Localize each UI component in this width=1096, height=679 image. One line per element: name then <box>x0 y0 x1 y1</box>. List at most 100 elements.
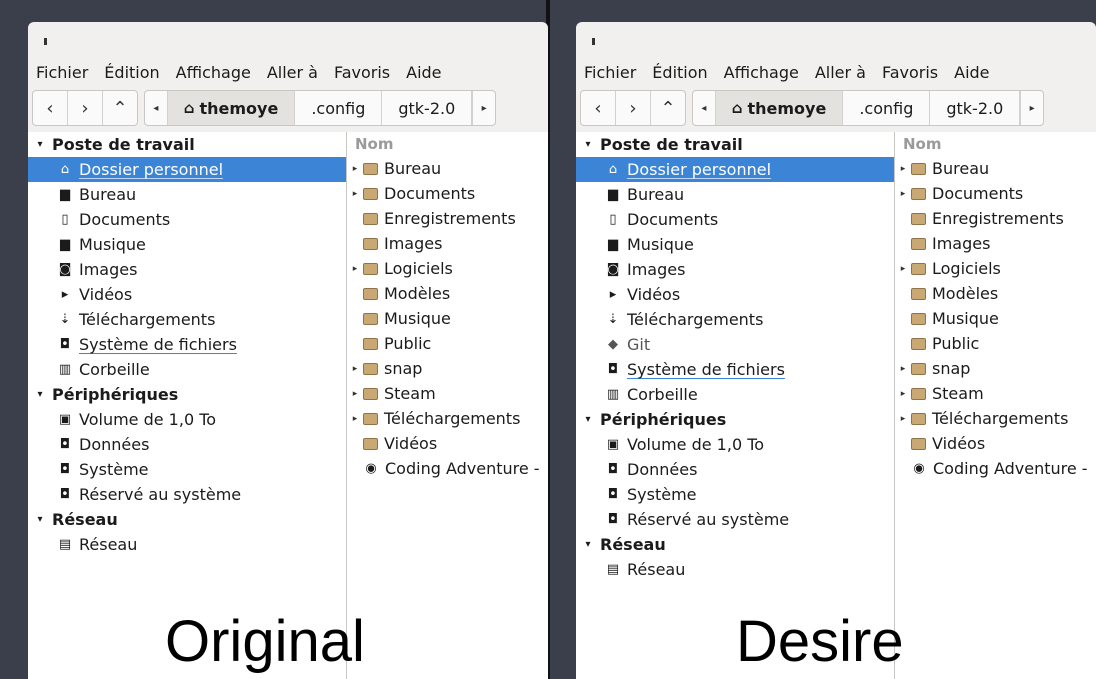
sidebar-item-dossier-personnel[interactable]: ⌂ Dossier personnel <box>576 157 894 182</box>
menu-affichage[interactable]: Affichage <box>724 63 799 82</box>
menu-fichier[interactable]: Fichier <box>36 63 88 82</box>
file-row[interactable]: ▸ Documents <box>347 181 548 206</box>
menu-favoris[interactable]: Favoris <box>334 63 390 82</box>
crumb-home[interactable]: ⌂ themoye <box>167 91 296 125</box>
sidebar-item-images[interactable]: ◙ Images <box>576 257 894 282</box>
section-peripheriques[interactable]: ▾ Périphériques <box>576 407 894 432</box>
sidebar-item-volume-de-1-0-to[interactable]: ▣ Volume de 1,0 To <box>28 407 346 432</box>
menu-fichier[interactable]: Fichier <box>584 63 636 82</box>
file-row[interactable]: ▸ Steam <box>895 381 1096 406</box>
file-row[interactable]: ◉ Coding Adventure - <box>895 456 1096 481</box>
expander-icon[interactable]: ▸ <box>347 389 363 399</box>
sidebar-item-systeme[interactable]: ◘ Système <box>576 482 894 507</box>
sidebar-item-musique[interactable]: ▆ Musique <box>576 232 894 257</box>
menu-aide[interactable]: Aide <box>954 63 989 82</box>
expander-icon[interactable]: ▸ <box>895 189 911 199</box>
file-row[interactable]: ◉ Coding Adventure - <box>347 456 548 481</box>
section-poste-de-travail[interactable]: ▾ Poste de travail <box>28 132 346 157</box>
sidebar-item-videos[interactable]: ▸ Vidéos <box>576 282 894 307</box>
expander-icon[interactable]: ▸ <box>347 164 363 174</box>
file-row[interactable]: Enregistrements <box>347 206 548 231</box>
sidebar-item-dossier-personnel[interactable]: ⌂ Dossier personnel <box>28 157 346 182</box>
sidebar-item-systeme[interactable]: ◘ Système <box>28 457 346 482</box>
up-button[interactable]: ⌃ <box>103 91 137 125</box>
file-row[interactable]: Public <box>895 331 1096 356</box>
path-scroll-left-button[interactable]: ◂ <box>145 91 168 125</box>
expander-icon[interactable]: ▸ <box>347 364 363 374</box>
file-row[interactable]: ▸ Bureau <box>895 156 1096 181</box>
crumb-config[interactable]: .config <box>295 91 383 125</box>
sidebar-item-bureau[interactable]: ▆ Bureau <box>576 182 894 207</box>
menu-aide[interactable]: Aide <box>406 63 441 82</box>
crumb-gtk[interactable]: gtk-2.0 <box>382 91 473 125</box>
menu-favoris[interactable]: Favoris <box>882 63 938 82</box>
forward-button[interactable]: › <box>68 91 103 125</box>
sidebar-item-musique[interactable]: ▆ Musique <box>28 232 346 257</box>
path-scroll-right-button[interactable]: ▸ <box>1020 91 1043 125</box>
section-peripheriques[interactable]: ▾ Périphériques <box>28 382 346 407</box>
sidebar-item-reseau[interactable]: ▤ Réseau <box>28 532 346 557</box>
file-row[interactable]: ▸ snap <box>895 356 1096 381</box>
file-row[interactable]: Modèles <box>895 281 1096 306</box>
file-row[interactable]: ▸ Téléchargements <box>895 406 1096 431</box>
sidebar-item-corbeille[interactable]: ▥ Corbeille <box>576 382 894 407</box>
file-row[interactable]: Musique <box>347 306 548 331</box>
file-row[interactable]: ▸ Logiciels <box>347 256 548 281</box>
file-row[interactable]: Images <box>347 231 548 256</box>
file-row[interactable]: ▸ Logiciels <box>895 256 1096 281</box>
file-row[interactable]: ▸ snap <box>347 356 548 381</box>
expander-icon[interactable]: ▸ <box>895 414 911 424</box>
file-row[interactable]: ▸ Documents <box>895 181 1096 206</box>
menu-affichage[interactable]: Affichage <box>176 63 251 82</box>
crumb-gtk[interactable]: gtk-2.0 <box>930 91 1021 125</box>
forward-button[interactable]: › <box>616 91 651 125</box>
sidebar-item-donnees[interactable]: ◘ Données <box>576 457 894 482</box>
sidebar-item-bureau[interactable]: ▆ Bureau <box>28 182 346 207</box>
sidebar-item-git[interactable]: ◆ Git <box>576 332 894 357</box>
expander-icon[interactable]: ▸ <box>895 364 911 374</box>
file-row[interactable]: Vidéos <box>347 431 548 456</box>
file-row[interactable]: Public <box>347 331 548 356</box>
column-header-name[interactable]: Nom <box>347 132 548 156</box>
file-row[interactable]: ▸ Téléchargements <box>347 406 548 431</box>
expander-icon[interactable]: ▸ <box>895 389 911 399</box>
menu-aller-a[interactable]: Aller à <box>267 63 318 82</box>
file-row[interactable]: ▸ Bureau <box>347 156 548 181</box>
menu-aller-a[interactable]: Aller à <box>815 63 866 82</box>
sidebar-item-documents[interactable]: ▯ Documents <box>28 207 346 232</box>
up-button[interactable]: ⌃ <box>651 91 685 125</box>
file-row[interactable]: Musique <box>895 306 1096 331</box>
crumb-home[interactable]: ⌂ themoye <box>715 91 844 125</box>
sidebar-item-reseau[interactable]: ▤ Réseau <box>576 557 894 582</box>
sidebar-item-documents[interactable]: ▯ Documents <box>576 207 894 232</box>
sidebar-item-systeme-de-fichiers[interactable]: ◘ Système de fichiers <box>28 332 346 357</box>
sidebar-item-reserve-au-systeme[interactable]: ◘ Réservé au système <box>28 482 346 507</box>
section-reseau[interactable]: ▾ Réseau <box>576 532 894 557</box>
file-row[interactable]: Vidéos <box>895 431 1096 456</box>
path-scroll-left-button[interactable]: ◂ <box>693 91 716 125</box>
back-button[interactable]: ‹ <box>581 91 616 125</box>
menu-edition[interactable]: Édition <box>104 63 159 82</box>
expander-icon[interactable]: ▸ <box>347 189 363 199</box>
crumb-config[interactable]: .config <box>843 91 931 125</box>
section-poste-de-travail[interactable]: ▾ Poste de travail <box>576 132 894 157</box>
sidebar-item-corbeille[interactable]: ▥ Corbeille <box>28 357 346 382</box>
menu-edition[interactable]: Édition <box>652 63 707 82</box>
sidebar-item-reserve-au-systeme[interactable]: ◘ Réservé au système <box>576 507 894 532</box>
file-row[interactable]: Modèles <box>347 281 548 306</box>
sidebar-item-videos[interactable]: ▸ Vidéos <box>28 282 346 307</box>
sidebar-item-images[interactable]: ◙ Images <box>28 257 346 282</box>
sidebar-item-volume-de-1-0-to[interactable]: ▣ Volume de 1,0 To <box>576 432 894 457</box>
expander-icon[interactable]: ▸ <box>347 414 363 424</box>
sidebar-item-donnees[interactable]: ◘ Données <box>28 432 346 457</box>
sidebar-item-systeme-de-fichiers[interactable]: ◘ Système de fichiers <box>576 357 894 382</box>
file-row[interactable]: ▸ Steam <box>347 381 548 406</box>
section-reseau[interactable]: ▾ Réseau <box>28 507 346 532</box>
expander-icon[interactable]: ▸ <box>895 164 911 174</box>
file-row[interactable]: Enregistrements <box>895 206 1096 231</box>
file-row[interactable]: Images <box>895 231 1096 256</box>
expander-icon[interactable]: ▸ <box>895 264 911 274</box>
sidebar-item-telechargements[interactable]: ⇣ Téléchargements <box>28 307 346 332</box>
path-scroll-right-button[interactable]: ▸ <box>472 91 495 125</box>
expander-icon[interactable]: ▸ <box>347 264 363 274</box>
